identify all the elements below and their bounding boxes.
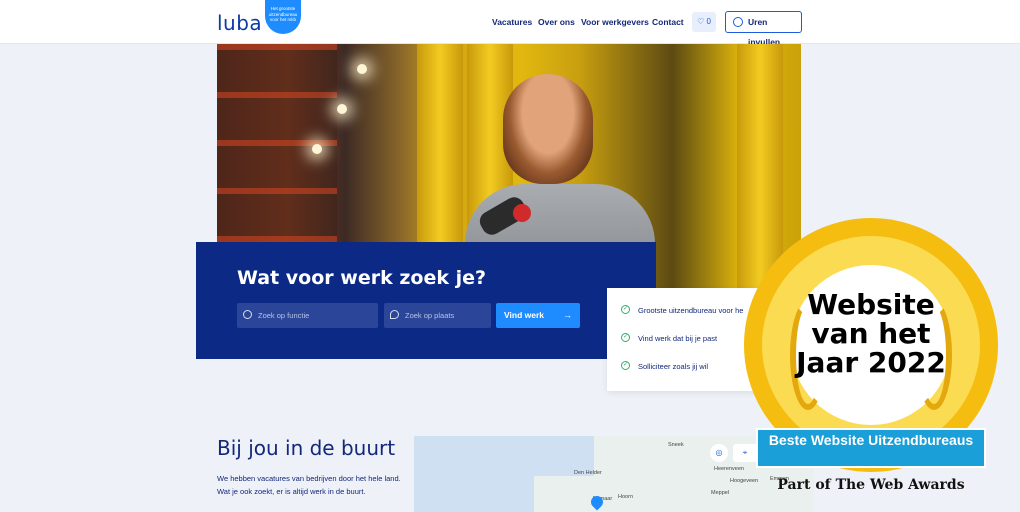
map-land [534,476,614,512]
check-icon: ✓ [621,333,630,342]
award-ribbon-text: Beste Website Uitzendbureaus [768,432,974,448]
nearby-title: Bij jou in de buurt [217,436,396,460]
nav-over-ons[interactable]: Over ons [538,17,575,27]
nav-voor-werkgevers[interactable]: Voor werkgevers [581,17,649,27]
map-label: Sneek [668,442,684,448]
nav-contact[interactable]: Contact [652,17,684,27]
locate-icon[interactable]: ◎ [710,444,728,462]
search-title: Wat voor werk zoek je? [237,267,487,289]
usp-item: ✓ Grootste uitzendbureau voor he [621,305,744,315]
site-header: luba Het grootste uitzendbureau voor het… [0,0,1020,47]
usp-item: ✓ Vind werk dat bij je past [621,333,718,343]
favorites-count: 0 [706,17,711,26]
scanner-trigger [513,204,531,222]
map-label: Den Helder [574,470,602,476]
search-icon [243,310,252,319]
nearby-text: We hebben vacatures van bedrijven door h… [217,474,401,496]
map-label: Meppel [711,490,730,496]
ceiling-light [357,64,367,74]
usp-item: ✓ Solliciteer zoals jij wil [621,361,709,371]
check-icon: ✓ [621,361,630,370]
arrow-right-icon: → [563,310,572,320]
award-title: Website van het Jaar 2022 [796,288,946,379]
ceiling-light [337,104,347,114]
favorites-button[interactable]: ♡ 0 [692,12,716,32]
map-label: Hoorn [618,494,633,500]
location-search-input[interactable]: Zoek op plaats [384,303,491,328]
worker-head [503,74,593,184]
hours-button[interactable]: Uren invullen [725,11,802,47]
yellow-pillar [737,44,783,290]
user-icon [733,17,743,27]
find-work-label: Vind werk [504,310,544,320]
function-search-input[interactable]: Zoek op functie [237,303,378,328]
check-icon: ✓ [621,305,630,314]
hours-button-label: Uren invullen [748,17,781,47]
map-pin-filter-icon[interactable]: ⌖ [733,444,757,462]
find-work-button[interactable]: Vind werk → [496,303,580,328]
function-placeholder: Zoek op functie [258,311,310,320]
heart-icon: ♡ [697,17,705,26]
luba-logo[interactable]: luba [217,11,262,35]
award-footer: Part of The Web Awards [777,477,965,493]
mkb-badge: Het grootste uitzendbureau voor het mkb [265,0,301,34]
location-pin-icon [390,310,399,319]
map-label: Heerenveen [714,466,744,472]
ceiling-light [312,144,322,154]
nav-vacatures[interactable]: Vacatures [492,17,532,27]
location-placeholder: Zoek op plaats [405,311,455,320]
search-panel [196,242,656,359]
